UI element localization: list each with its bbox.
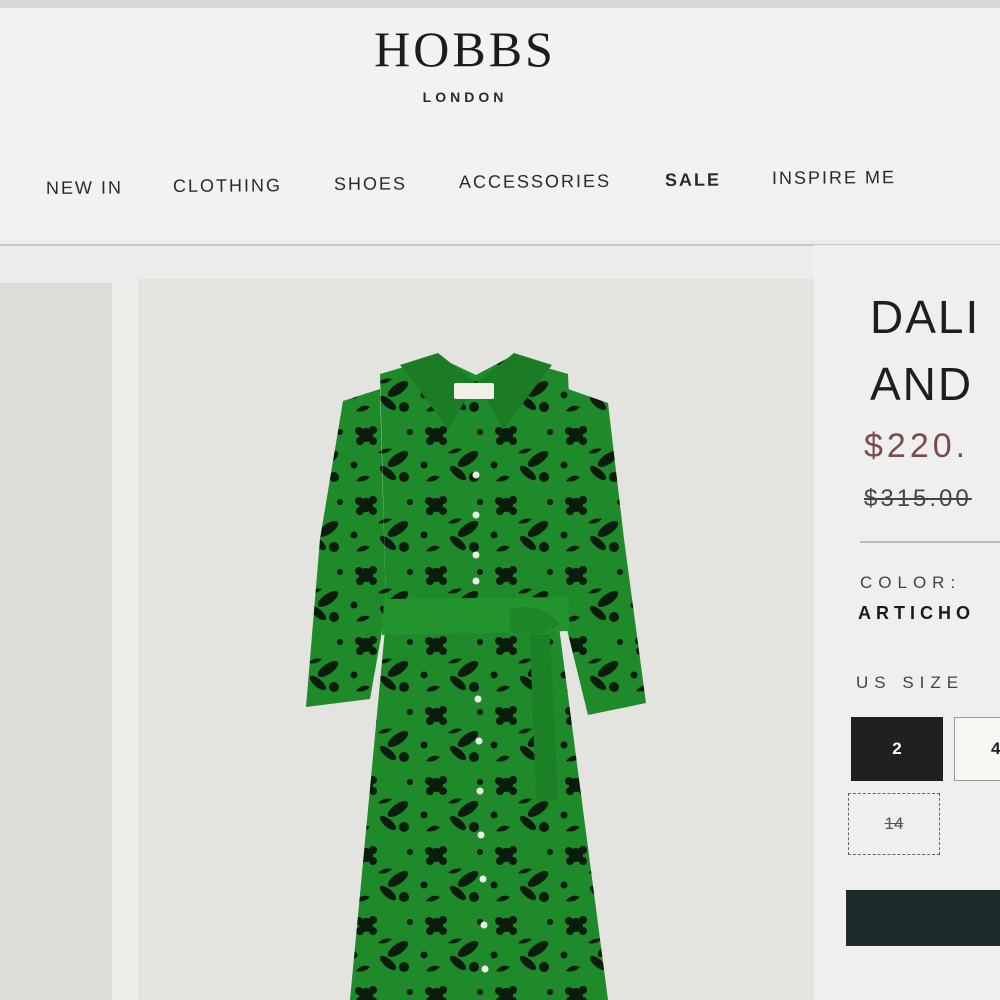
nav-item-shoes[interactable]: SHOES (334, 173, 407, 195)
nav-item-new-in[interactable]: NEW IN (46, 177, 123, 199)
site-header: HOBBS LONDON NEW IN CLOTHING SHOES ACCES… (0, 8, 1000, 246)
nav-item-accessories[interactable]: ACCESSORIES (459, 171, 611, 193)
dress-illustration (306, 353, 646, 1000)
brand-logo[interactable]: HOBBS (340, 20, 590, 78)
add-to-bag-button[interactable] (846, 890, 1000, 946)
nav-item-clothing[interactable]: CLOTHING (173, 175, 282, 197)
size-option-4[interactable]: 4 (954, 717, 1000, 781)
gallery-gap (112, 283, 138, 1000)
sale-price: $220. (864, 427, 970, 465)
product-info-panel: DALI AND $220. $315.00 COLOR: ARTICHO US… (814, 245, 1000, 1000)
original-price: $315.00 (864, 485, 972, 512)
nav-item-inspire-me[interactable]: INSPIRE ME (772, 167, 896, 189)
thumbnail-panel[interactable] (0, 283, 112, 1000)
size-label: US SIZE (856, 673, 965, 692)
size-option-14-unavailable[interactable]: 14 (848, 793, 940, 855)
nav-item-sale[interactable]: SALE (665, 170, 721, 191)
product-image[interactable] (138, 279, 814, 1000)
price-divider (860, 541, 1000, 543)
product-title-line-2: AND (870, 358, 974, 410)
product-title-line-1: DALI (870, 291, 981, 343)
brand-tagline: LONDON (422, 89, 508, 105)
color-value: ARTICHO (858, 603, 975, 623)
browser-top-edge (0, 0, 1000, 8)
color-label: COLOR: (860, 573, 962, 592)
size-option-2[interactable]: 2 (851, 717, 943, 781)
